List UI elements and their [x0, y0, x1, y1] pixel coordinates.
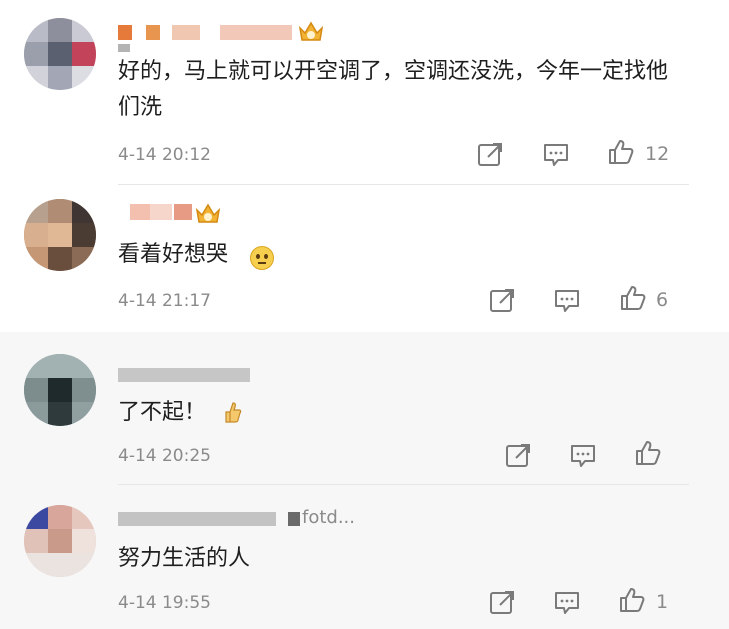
crown-badge-icon — [298, 21, 324, 41]
comment-item: fotd... 努力生活的人 4-14 19:55 1 — [0, 485, 729, 629]
comment-button[interactable] — [553, 286, 583, 314]
comment-item: 好的，马上就可以开空调了，空调还没洗，今年一定找他们洗 4-14 20:12 1… — [0, 0, 729, 185]
comment-icon — [555, 592, 579, 614]
comment-icon — [544, 144, 568, 166]
comment-button[interactable] — [542, 140, 572, 168]
like-count: 6 — [656, 289, 669, 311]
like-icon — [609, 140, 634, 164]
comment-icon — [571, 445, 595, 467]
like-button[interactable] — [634, 439, 664, 467]
share-button[interactable] — [504, 441, 534, 469]
emoji-thumbs-up-icon — [225, 402, 242, 423]
share-icon — [490, 289, 514, 312]
share-icon — [478, 143, 502, 166]
like-count: 12 — [645, 143, 670, 165]
comment-text: 看着好想哭 — [118, 242, 229, 267]
comment-icon — [555, 290, 579, 312]
crown-badge-icon — [195, 203, 221, 223]
comment-time: 4-14 21:17 — [118, 291, 211, 311]
comment-button[interactable] — [553, 588, 583, 616]
comment-text: 好的，马上就可以开空调了，空调还没洗，今年一定找他们洗 — [118, 59, 669, 120]
share-icon — [506, 444, 530, 467]
comment-text: 努力生活的人 — [118, 546, 251, 571]
avatar[interactable] — [24, 354, 96, 426]
avatar[interactable] — [24, 505, 96, 577]
like-count: 1 — [656, 591, 669, 613]
username[interactable]: fotd... — [302, 507, 355, 528]
like-button[interactable] — [607, 138, 637, 166]
like-icon — [636, 441, 661, 465]
avatar[interactable] — [24, 199, 96, 271]
share-button[interactable] — [488, 286, 518, 314]
comment-time: 4-14 19:55 — [118, 593, 211, 613]
like-button[interactable] — [619, 284, 649, 312]
like-button[interactable] — [618, 586, 648, 614]
share-icon — [490, 591, 514, 614]
like-icon — [621, 286, 646, 310]
like-icon — [620, 588, 645, 612]
share-button[interactable] — [488, 588, 518, 616]
comment-item: 看着好想哭 4-14 21:17 6 — [0, 185, 729, 332]
comment-button[interactable] — [569, 441, 599, 469]
avatar[interactable] — [24, 18, 96, 90]
comment-time: 4-14 20:12 — [118, 145, 211, 165]
comment-time: 4-14 20:25 — [118, 446, 211, 466]
share-button[interactable] — [476, 140, 506, 168]
comment-text: 了不起！ — [118, 400, 207, 425]
emoji-moved-icon — [250, 246, 274, 270]
comment-item: 了不起！ 4-14 20:25 — [0, 332, 729, 485]
